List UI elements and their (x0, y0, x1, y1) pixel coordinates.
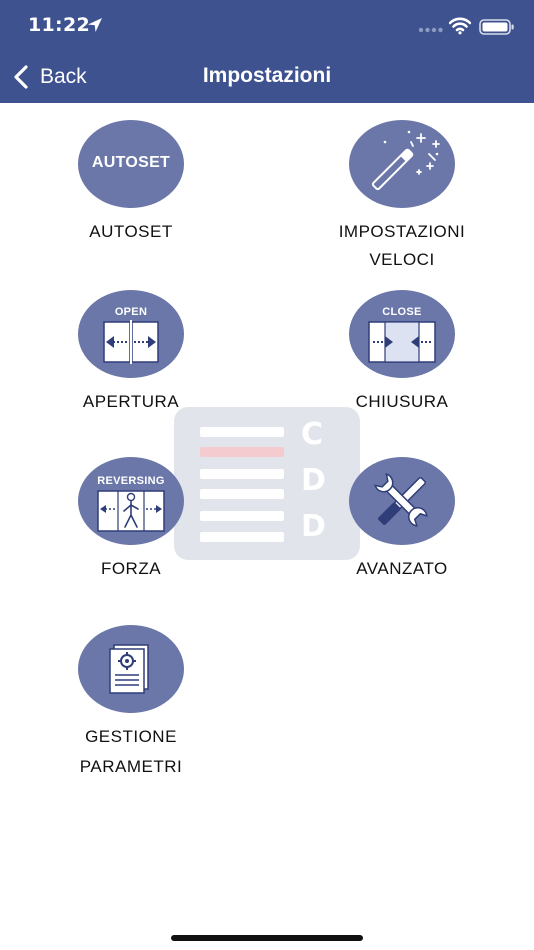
document-gear-icon (78, 625, 184, 713)
tile-impostazioni-veloci[interactable]: IMPOSTAZIONI VELOCI (302, 120, 502, 274)
tile-forza[interactable]: REVERSING FORZA (31, 457, 231, 583)
battery-icon (479, 19, 514, 35)
back-label: Back (40, 65, 87, 88)
reversing-icon: REVERSING (78, 457, 184, 545)
tile-apertura[interactable]: OPEN APERTURA (31, 290, 231, 416)
tile-label: FORZA (100, 559, 162, 578)
status-time: 11:22 (28, 14, 90, 36)
watermark-letter: C (301, 417, 324, 452)
navigation-bar: 11:22 Back Impostazioni (0, 0, 534, 103)
tile-label: AVANZATO (356, 559, 448, 578)
tile-label: AUTOSET (89, 222, 173, 241)
tile-label: APERTURA (82, 392, 180, 411)
tile-chiusura[interactable]: CLOSE CHIUSURA (302, 290, 502, 416)
back-button[interactable]: Back (10, 60, 87, 94)
wifi-icon (449, 17, 471, 35)
home-indicator (171, 935, 363, 941)
autoset-icon: AUTOSET (78, 120, 184, 208)
tile-avanzato[interactable]: AVANZATO (302, 457, 502, 583)
tile-gestione-parametri[interactable]: GESTIONE PARAMETRI (31, 625, 231, 781)
tile-label: GESTIONE PARAMETRI (79, 727, 183, 776)
door-open-icon: OPEN (78, 290, 184, 378)
chevron-left-icon (14, 65, 28, 89)
tile-label: IMPOSTAZIONI VELOCI (338, 222, 466, 269)
signal-icon (418, 27, 443, 33)
magic-wand-icon (349, 120, 455, 208)
tools-icon (349, 457, 455, 545)
tile-autoset[interactable]: AUTOSET AUTOSET (31, 120, 231, 246)
tile-label: CHIUSURA (355, 392, 449, 411)
door-close-icon: CLOSE (349, 290, 455, 378)
location-arrow-icon (88, 18, 102, 32)
